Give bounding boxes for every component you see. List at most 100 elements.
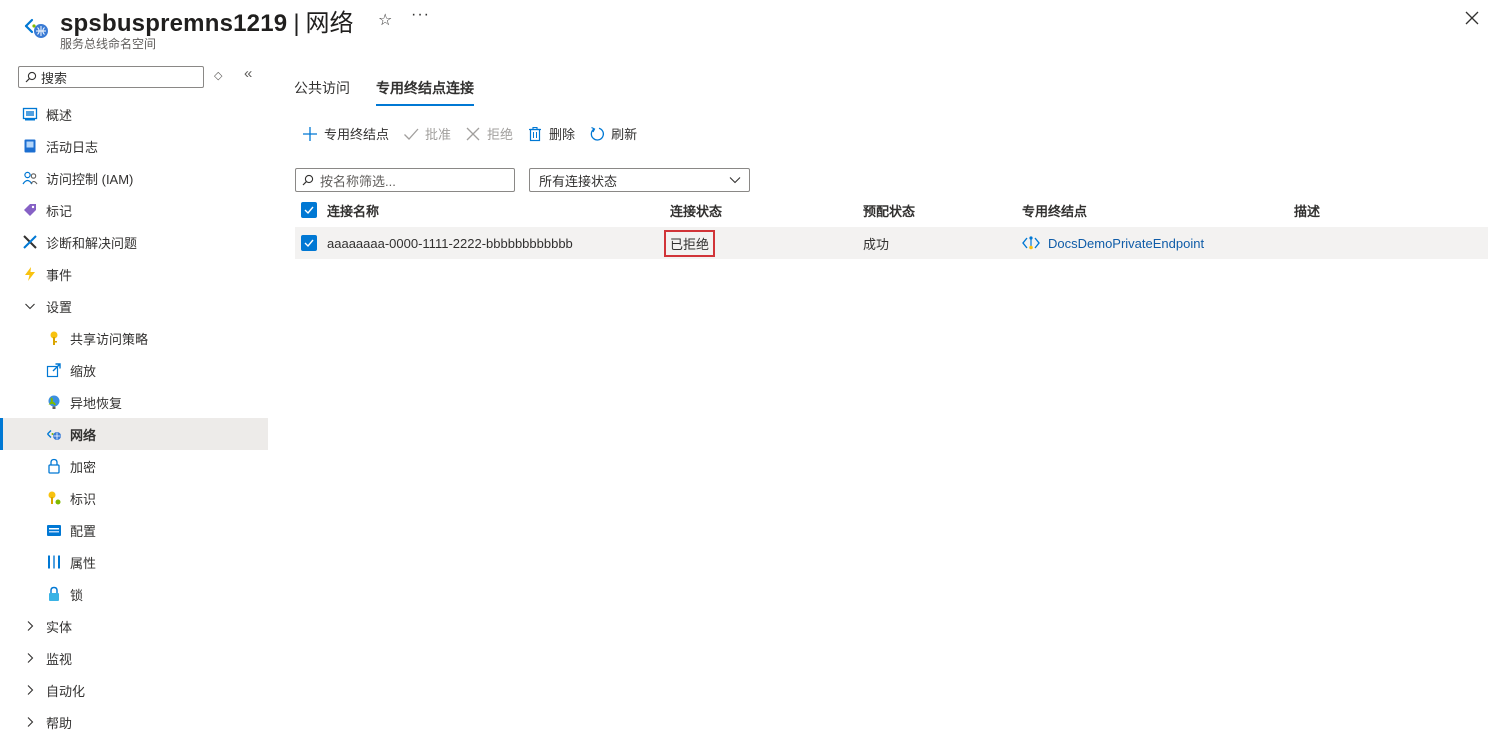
sidebar-item-label: 帮助 — [46, 715, 73, 731]
column-header-provisioning-state[interactable]: 预配状态 — [863, 198, 915, 222]
sidebar-item-label: 诊断和解决问题 — [46, 235, 138, 251]
connection-state-status: 已拒绝 — [664, 229, 716, 257]
connection-state-value: 所有连接状态 — [539, 173, 618, 189]
approve-button[interactable]: 批准 — [403, 124, 451, 143]
sidebar-search-input[interactable]: 搜索 — [18, 66, 204, 88]
sidebar-item-automation[interactable]: 自动化 — [0, 674, 268, 706]
table-row[interactable]: aaaaaaaa-0000-1111-2222-bbbbbbbbbbbb 已拒绝… — [295, 227, 1488, 259]
chevron-down-icon — [729, 177, 741, 184]
sidebar-item-networking[interactable]: 网络 — [0, 418, 268, 450]
delete-button[interactable]: 删除 — [527, 124, 575, 143]
sidebar-item-label: 属性 — [70, 555, 97, 571]
sidebar-item-locks[interactable]: 锁 — [0, 578, 268, 610]
connection-state-dropdown[interactable]: 所有连接状态 — [529, 168, 750, 192]
sidebar-item-properties[interactable]: 属性 — [0, 546, 268, 578]
chevron-down-icon — [22, 298, 38, 314]
more-options-icon[interactable]: ··· — [411, 6, 430, 24]
sidebar-item-shared-access-policies[interactable]: 共享访问策略 — [0, 322, 268, 354]
chevron-right-icon — [22, 682, 38, 698]
sidebar-item-label: 加密 — [70, 459, 97, 475]
sidebar-item-label: 锁 — [70, 587, 84, 603]
column-header-description[interactable]: 描述 — [1294, 198, 1320, 222]
sidebar-item-encryption[interactable]: 加密 — [0, 450, 268, 482]
sidebar-item-label: 访问控制 (IAM) — [46, 171, 134, 187]
identity-icon — [46, 490, 62, 506]
checkbox-checked-icon — [301, 235, 317, 251]
search-placeholder: 搜索 — [41, 70, 68, 86]
resource-type-subtitle: 服务总线命名空间 — [60, 37, 157, 51]
lock-filled-icon — [46, 586, 62, 602]
sidebar-item-label: 概述 — [46, 107, 73, 123]
overview-icon — [22, 106, 38, 122]
name-filter-input[interactable]: 按名称筛选... — [295, 168, 515, 192]
diagnose-icon — [22, 234, 38, 250]
refresh-label: 刷新 — [611, 127, 638, 142]
sidebar-item-help[interactable]: 帮助 — [0, 706, 268, 738]
refresh-button[interactable]: 刷新 — [589, 124, 637, 143]
configuration-icon — [46, 522, 62, 538]
sidebar-item-identity[interactable]: 标识 — [0, 482, 268, 514]
approve-label: 批准 — [425, 127, 452, 142]
chevron-right-icon — [22, 618, 38, 634]
search-icon — [25, 71, 37, 83]
sidebar-item-scale[interactable]: 缩放 — [0, 354, 268, 386]
sidebar-item-label: 标识 — [70, 491, 97, 507]
sidebar-item-entities[interactable]: 实体 — [0, 610, 268, 642]
row-checkbox[interactable] — [301, 227, 317, 259]
sidebar-item-overview[interactable]: 概述 — [0, 98, 268, 130]
sidebar-item-monitoring[interactable]: 监视 — [0, 642, 268, 674]
activity-log-icon — [22, 138, 38, 154]
sidebar-item-label: 缩放 — [70, 363, 97, 379]
sidebar-item-tags[interactable]: 标记 — [0, 194, 268, 226]
sidebar-item-settings[interactable]: 设置 — [0, 290, 268, 322]
add-private-endpoint-button[interactable]: 专用终结点 — [302, 124, 389, 143]
favorite-star-icon[interactable]: ☆ — [378, 10, 392, 30]
search-icon — [302, 174, 314, 186]
service-bus-network-icon — [24, 18, 48, 38]
private-endpoint-link[interactable]: DocsDemoPrivateEndpoint — [1048, 236, 1204, 251]
table-header: 连接名称 连接状态 预配状态 专用终结点 描述 — [295, 198, 1488, 222]
toolbar: 专用终结点 批准 拒绝 删除 刷新 — [302, 124, 651, 143]
name-filter-placeholder: 按名称筛选... — [320, 173, 396, 189]
title-separator: | — [293, 10, 300, 37]
column-header-name[interactable]: 连接名称 — [327, 198, 379, 222]
iam-icon — [22, 170, 38, 186]
page-header: spsbuspremns1219 | 网络 ☆ ··· 服务总线命名空间 — [0, 0, 1508, 58]
chevron-right-icon — [22, 714, 38, 730]
sidebar-item-activity-log[interactable]: 活动日志 — [0, 130, 268, 162]
connection-name: aaaaaaaa-0000-1111-2222-bbbbbbbbbbbb — [327, 235, 573, 251]
private-endpoint-icon — [1022, 236, 1040, 250]
sidebar-item-geo-recovery[interactable]: 异地恢复 — [0, 386, 268, 418]
reject-label: 拒绝 — [487, 127, 514, 142]
sidebar: 搜索 ◇ « 概述 活动日志 访问控制 (IAM) 标记 诊断和解决问题 事件 … — [0, 58, 268, 755]
tab-private-endpoint-connections[interactable]: 专用终结点连接 — [376, 78, 474, 106]
sidebar-item-label: 事件 — [46, 267, 73, 283]
lightning-icon — [22, 266, 38, 282]
select-all-checkbox[interactable] — [301, 198, 317, 222]
tab-public-access[interactable]: 公共访问 — [294, 78, 350, 106]
connection-state-cell: 已拒绝 — [664, 227, 716, 259]
resource-name: spsbuspremns1219 — [60, 10, 288, 37]
sort-icon[interactable]: ◇ — [214, 69, 222, 82]
delete-label: 删除 — [549, 127, 576, 142]
sidebar-item-label: 配置 — [70, 523, 97, 539]
reject-button[interactable]: 拒绝 — [465, 124, 513, 143]
sidebar-item-diagnose[interactable]: 诊断和解决问题 — [0, 226, 268, 258]
sidebar-item-label: 共享访问策略 — [70, 331, 149, 347]
sidebar-item-label: 设置 — [46, 299, 73, 315]
sidebar-item-iam[interactable]: 访问控制 (IAM) — [0, 162, 268, 194]
sidebar-item-label: 自动化 — [46, 683, 86, 699]
lock-icon — [46, 458, 62, 474]
sidebar-item-label: 标记 — [46, 203, 73, 219]
sidebar-item-label: 异地恢复 — [70, 395, 123, 411]
collapse-sidebar-icon[interactable]: « — [244, 65, 252, 82]
column-header-private-endpoint[interactable]: 专用终结点 — [1022, 198, 1087, 222]
close-icon[interactable] — [1462, 8, 1482, 28]
scale-icon — [46, 362, 62, 378]
sidebar-item-label: 活动日志 — [46, 139, 99, 155]
tab-bar: 公共访问 专用终结点连接 — [294, 78, 500, 106]
provisioning-state: 成功 — [863, 236, 890, 252]
sidebar-item-configuration[interactable]: 配置 — [0, 514, 268, 546]
sidebar-item-events[interactable]: 事件 — [0, 258, 268, 290]
column-header-connection-state[interactable]: 连接状态 — [670, 198, 722, 222]
